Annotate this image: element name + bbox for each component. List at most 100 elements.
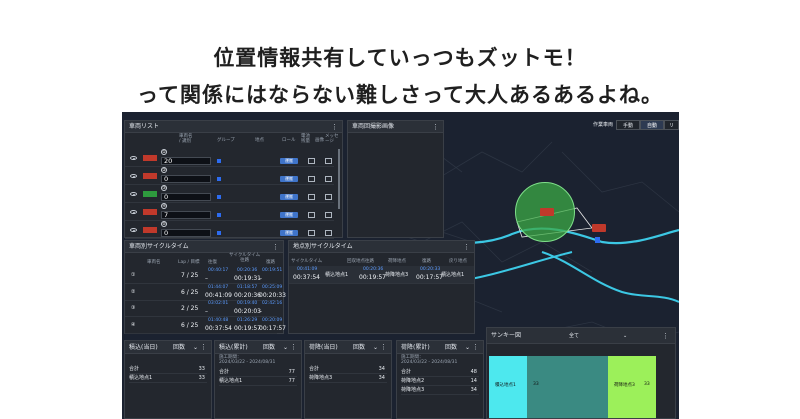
pc-header-cycle: サイクルタイム [291, 259, 323, 264]
image-icon[interactable] [308, 194, 315, 200]
vehicle-number-badge: ④ [161, 203, 167, 209]
header-location: 地点 [255, 138, 264, 143]
message-icon[interactable] [325, 176, 332, 182]
vc-return-top: 00:19:51 [262, 268, 283, 273]
kebab-menu-icon[interactable]: ⋮ [272, 241, 279, 252]
pc-header-back-point: 戻り地点 [449, 259, 467, 264]
sankey-source-node[interactable]: 積込地点1 33 [489, 356, 537, 418]
header-role: ロール [282, 138, 296, 143]
vc-header-return: 復路 [266, 260, 275, 265]
vc-roundtrip-bottom: 00:41:09 [205, 291, 232, 299]
kebab-menu-icon[interactable]: ⋮ [463, 241, 470, 252]
unit-select[interactable]: 回数 [263, 341, 275, 353]
extra-toggle[interactable]: リ [664, 120, 679, 130]
message-icon[interactable] [325, 230, 332, 236]
headline-line-2: って関係にはならない難しさって大人あるあるよね。 [137, 83, 663, 107]
header-battery: 電池 残量 [301, 134, 310, 144]
count-value: 33 [198, 375, 205, 381]
pc-header-outbound: 往路 [365, 259, 374, 264]
sankey-target-node[interactable]: 荷降地点3 33 [608, 356, 656, 418]
vehicle-row[interactable]: ② 0 運搬 [125, 167, 334, 185]
vehicle-number-badge: ② [161, 167, 167, 173]
image-icon[interactable] [308, 230, 315, 236]
role-tag[interactable]: 運搬 [280, 176, 298, 182]
sankey-filter-select[interactable]: 全て [569, 328, 579, 343]
role-tag[interactable]: 運搬 [280, 194, 298, 200]
vc-outbound-top: 00:20:36 [237, 268, 258, 273]
kebab-menu-icon[interactable]: ⋮ [200, 341, 207, 353]
vehicle-row[interactable]: ④ 7 運搬 [125, 203, 334, 221]
count-row: 荷降地点2 14 [401, 377, 479, 386]
vehicle-number-badge: ③ [161, 185, 167, 191]
vehicle-cycle-row[interactable]: ③2 / 25 03:02:01–00:19:40 00:20:03 02:42:16… [125, 301, 282, 317]
kebab-menu-icon[interactable]: ⋮ [662, 328, 669, 343]
point-cycle-title: 地点別サイクルタイム [293, 243, 353, 250]
point-cycle-row[interactable]: 00:41:09 00:37:54 積込地点1 00:20:36 00:19:5… [289, 266, 474, 284]
pin-marker[interactable] [595, 237, 600, 243]
chevron-down-icon[interactable]: ⌄ [283, 341, 288, 353]
chevron-down-icon[interactable]: ⌄ [373, 341, 378, 353]
kebab-menu-icon[interactable]: ⋮ [472, 341, 479, 353]
image-panel-title: 車両回撮影画像 [352, 123, 395, 130]
chevron-down-icon[interactable]: ⌄ [623, 328, 627, 343]
vc-vehicle-num: ① [131, 272, 136, 278]
vc-roundtrip-top: 01:44:07 [208, 284, 229, 290]
message-icon[interactable] [325, 194, 332, 200]
vc-outbound-top: 01:26:29 [237, 317, 258, 323]
manual-toggle[interactable]: 手動 [616, 120, 640, 130]
vc-outbound-top: 00:19:40 [237, 301, 258, 306]
message-icon[interactable] [325, 158, 332, 164]
app-screenshot: 作業車両 手動 自動 リ 車両リスト ⋮ 車両名 / 識別 グループ 地点 ロール… [122, 112, 679, 419]
sankey-target-label: 荷降地点3 [614, 383, 635, 388]
group-color-square [217, 195, 221, 199]
visibility-eye-icon[interactable] [130, 174, 137, 178]
visibility-eye-icon[interactable] [130, 156, 137, 160]
truck-marker[interactable] [592, 224, 606, 232]
count-row: 合計 33 [129, 365, 207, 374]
image-icon[interactable] [308, 158, 315, 164]
truck-marker[interactable] [540, 208, 554, 216]
visibility-eye-icon[interactable] [130, 210, 137, 214]
vc-header-outbound: サイクルタイム 往路 [229, 253, 261, 263]
unit-select[interactable]: 回数 [445, 341, 457, 353]
message-icon[interactable] [325, 212, 332, 218]
role-tag[interactable]: 運搬 [280, 158, 298, 164]
vehicle-row[interactable]: ⑤ 0 運搬 [125, 221, 334, 239]
scrollbar[interactable] [338, 149, 340, 209]
count-panel: 積込(累計) 回数 ⌄ ⋮ 施工期間： 2024/03/22 - 2024/08/31 合… [214, 340, 302, 419]
kebab-menu-icon[interactable]: ⋮ [432, 121, 439, 132]
sankey-target-value: 33 [644, 382, 650, 387]
vehicle-row[interactable]: ③ 0 運搬 [125, 185, 334, 203]
count-value: 14 [470, 378, 477, 384]
vehicle-cycle-panel: 車両別サイクルタイム ⋮ 車両名 Lap / 目標 往復 サイクルタイム 往路 復… [124, 240, 286, 334]
vehicle-value: 20 [161, 157, 211, 165]
image-icon[interactable] [308, 212, 315, 218]
visibility-eye-icon[interactable] [130, 192, 137, 196]
kebab-menu-icon[interactable]: ⋮ [380, 341, 387, 353]
auto-toggle[interactable]: 自動 [640, 120, 664, 130]
chevron-down-icon[interactable]: ⌄ [193, 341, 198, 353]
image-icon[interactable] [308, 176, 315, 182]
truck-icon [143, 191, 157, 197]
role-tag[interactable]: 運搬 [280, 230, 298, 236]
chevron-down-icon[interactable]: ⌄ [465, 341, 470, 353]
pc-point-3: 積込地点1 [441, 272, 465, 278]
vc-return-top: 02:42:16 [262, 301, 283, 306]
vehicle-row[interactable]: ① 20 運搬 [125, 149, 334, 167]
sankey-flow[interactable]: 33 [527, 356, 608, 418]
visibility-eye-icon[interactable] [130, 228, 137, 232]
vehicle-cycle-row[interactable]: ④ 6 / 25 01:40:48 00:37:54 01:26:29 00:19:57 0… [125, 317, 286, 334]
count-value: 77 [288, 369, 295, 375]
count-panel: 荷降(当日) 回数 ⌄ ⋮ 合計 34 荷降地点3 34 [304, 340, 392, 419]
role-tag[interactable]: 運搬 [280, 212, 298, 218]
vc-vehicle-num: ③ [131, 305, 136, 311]
kebab-menu-icon[interactable]: ⋮ [290, 341, 297, 353]
count-row: 合計 48 [401, 368, 479, 377]
vehicle-cycle-row[interactable]: ② 6 / 25 01:44:07 00:41:09 01:18:57 00:20:36 0… [125, 284, 286, 301]
unit-select[interactable]: 回数 [173, 341, 185, 353]
vc-outbound-top: 01:18:57 [237, 284, 258, 290]
unit-select[interactable]: 回数 [353, 341, 365, 353]
vc-roundtrip-bottom: – [205, 308, 208, 315]
vehicle-cycle-row[interactable]: ①7 / 25 00:40:17–00:20:36 00:19:31 00:19:51… [125, 268, 282, 284]
kebab-menu-icon[interactable]: ⋮ [331, 121, 338, 132]
